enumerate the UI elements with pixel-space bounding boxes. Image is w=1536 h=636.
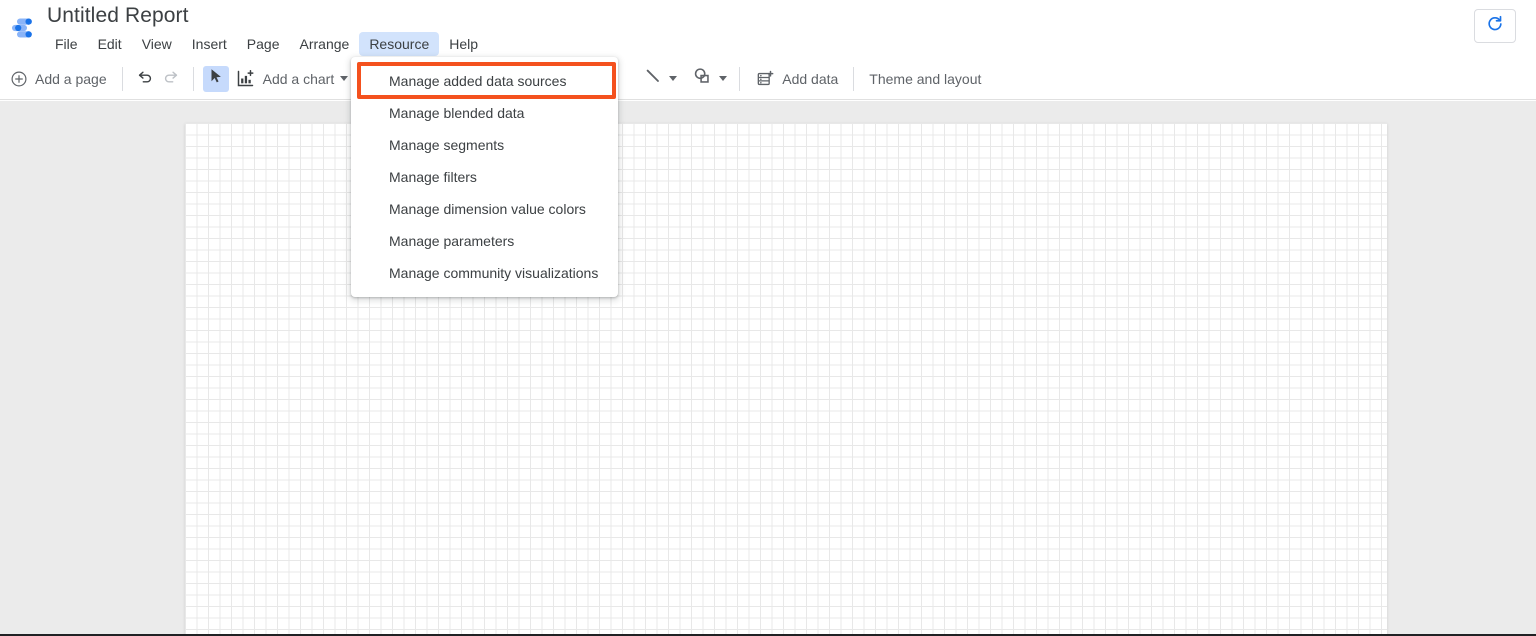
menu-arrange[interactable]: Arrange: [290, 32, 360, 56]
main-toolbar: Add a page: [0, 58, 1536, 100]
looker-studio-app: Untitled Report File Edit View Insert Pa…: [0, 0, 1536, 636]
shape-tool-chevron-down-icon: [719, 76, 727, 81]
theme-and-layout-label: Theme and layout: [869, 71, 981, 87]
plus-circle-icon: [10, 70, 28, 88]
app-header: Untitled Report File Edit View Insert Pa…: [0, 0, 1536, 58]
select-tool-button[interactable]: [203, 66, 229, 92]
menu-item-manage-blended-data[interactable]: Manage blended data: [351, 97, 618, 129]
chevron-down-icon: [340, 76, 348, 81]
menu-edit[interactable]: Edit: [88, 32, 132, 56]
undo-icon: [135, 66, 155, 91]
menu-item-manage-added-data-sources[interactable]: Manage added data sources: [351, 65, 618, 97]
database-plus-icon: [755, 69, 775, 89]
add-data-label: Add data: [782, 71, 838, 87]
add-a-chart-label: Add a chart: [263, 71, 335, 87]
refresh-data-button[interactable]: [1474, 9, 1516, 43]
menu-resource[interactable]: Resource: [359, 32, 439, 56]
line-icon: [643, 66, 663, 91]
undo-button[interactable]: [132, 66, 158, 92]
theme-and-layout-button[interactable]: Theme and layout: [863, 64, 987, 94]
bar-chart-plus-icon: [235, 68, 256, 89]
menu-view[interactable]: View: [132, 32, 182, 56]
cursor-arrow-icon: [207, 67, 225, 90]
menu-item-manage-segments[interactable]: Manage segments: [351, 129, 618, 161]
shape-tool-button[interactable]: [688, 64, 730, 94]
menu-file[interactable]: File: [45, 32, 88, 56]
shape-icon: [691, 65, 713, 92]
add-data-button[interactable]: Add data: [749, 64, 844, 94]
resource-dropdown-menu: Manage added data sources Manage blended…: [351, 57, 618, 297]
add-a-page-label: Add a page: [35, 71, 107, 87]
redo-icon: [161, 66, 181, 91]
toolbar-separator-1: [122, 67, 123, 91]
report-title[interactable]: Untitled Report: [47, 3, 189, 29]
toolbar-separator-2: [193, 67, 194, 91]
refresh-icon: [1485, 14, 1505, 39]
line-tool-chevron-down-icon: [669, 76, 677, 81]
toolbar-separator-4: [853, 67, 854, 91]
redo-button[interactable]: [158, 66, 184, 92]
line-tool-button[interactable]: [640, 64, 680, 94]
menu-insert[interactable]: Insert: [182, 32, 237, 56]
canvas-area[interactable]: [0, 101, 1536, 636]
add-a-page-button[interactable]: Add a page: [4, 64, 113, 94]
menu-page[interactable]: Page: [237, 32, 290, 56]
add-a-chart-button[interactable]: Add a chart: [229, 64, 355, 94]
looker-studio-logo: [8, 12, 40, 44]
menu-item-manage-filters[interactable]: Manage filters: [351, 161, 618, 193]
menu-item-manage-community-visualizations[interactable]: Manage community visualizations: [351, 257, 618, 289]
menu-bar: File Edit View Insert Page Arrange Resou…: [45, 33, 488, 55]
toolbar-separator-3: [739, 67, 740, 91]
menu-item-manage-parameters[interactable]: Manage parameters: [351, 225, 618, 257]
menu-item-manage-dimension-value-colors[interactable]: Manage dimension value colors: [351, 193, 618, 225]
menu-help[interactable]: Help: [439, 32, 488, 56]
